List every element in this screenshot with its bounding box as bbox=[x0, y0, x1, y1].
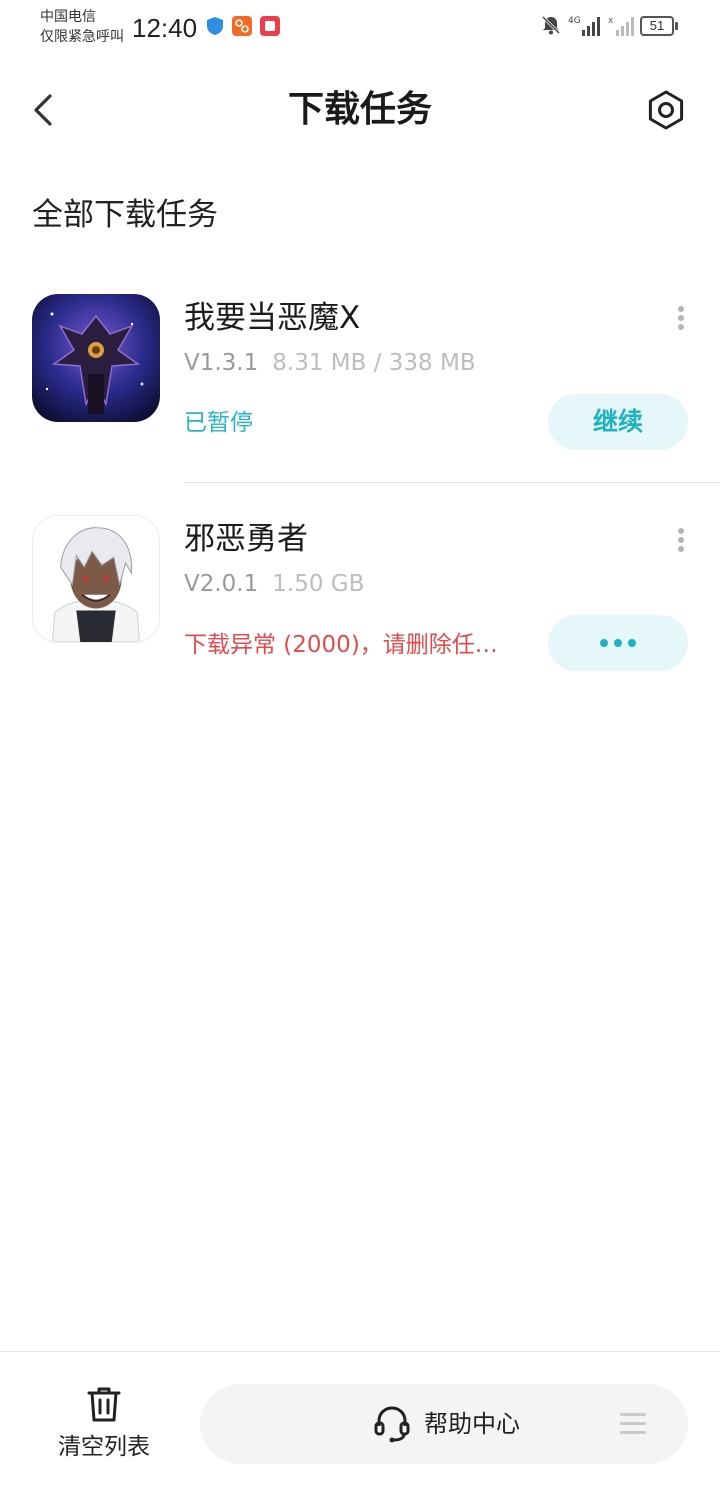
battery-nub bbox=[675, 22, 678, 30]
app-meta: V2.0.1 1.50 GB bbox=[184, 567, 364, 601]
carrier-name: 中国电信 bbox=[40, 9, 96, 25]
ellipsis-icon bbox=[548, 615, 688, 671]
bottom-divider bbox=[0, 1351, 720, 1352]
svg-text:x: x bbox=[608, 16, 614, 26]
clear-list-button[interactable]: 清空列表 bbox=[44, 1384, 164, 1468]
signal-4g-icon: 4G bbox=[568, 16, 600, 36]
notification-app-icon bbox=[232, 16, 252, 36]
status-time: 12:40 bbox=[132, 13, 198, 43]
menu-icon[interactable] bbox=[620, 1413, 646, 1435]
help-center-button[interactable]: 帮助中心 bbox=[200, 1384, 688, 1464]
status-bar: 中国电信 仅限紧急呼叫 12:40 4G x 51 bbox=[0, 0, 720, 58]
app-version: V1.3.1 bbox=[184, 350, 259, 376]
resume-button[interactable]: 继续 bbox=[548, 394, 688, 450]
svg-text:4G: 4G bbox=[568, 16, 581, 26]
battery-indicator: 51 bbox=[640, 16, 674, 36]
carrier-status: 仅限紧急呼叫 bbox=[40, 29, 124, 45]
notification-book-icon bbox=[260, 16, 280, 36]
section-title: 全部下载任务 bbox=[32, 197, 218, 233]
download-size: 1.50 GB bbox=[272, 571, 365, 597]
signal-sim2-icon: x bbox=[608, 16, 634, 36]
clear-list-label: 清空列表 bbox=[58, 1434, 150, 1460]
download-error-status: 下载异常 (2000)，请删除任… bbox=[184, 632, 498, 658]
carrier-info: 中国电信 仅限紧急呼叫 bbox=[40, 7, 124, 47]
trash-icon bbox=[87, 1387, 121, 1422]
headset-icon bbox=[374, 1406, 410, 1443]
app-meta: V1.3.1 8.31 MB / 338 MB bbox=[184, 346, 476, 380]
options-button[interactable] bbox=[548, 615, 688, 671]
app-icon-hero bbox=[32, 515, 160, 643]
mute-bell-icon bbox=[541, 15, 561, 35]
list-divider bbox=[184, 482, 720, 483]
shield-icon bbox=[207, 17, 223, 35]
app-icon-demon bbox=[32, 294, 160, 422]
app-name: 我要当恶魔X bbox=[184, 300, 361, 336]
more-options-icon[interactable] bbox=[674, 306, 688, 334]
page-title: 下载任务 bbox=[287, 89, 432, 130]
help-center-label: 帮助中心 bbox=[424, 1410, 520, 1438]
settings-icon[interactable] bbox=[644, 88, 688, 132]
app-version: V2.0.1 bbox=[184, 571, 259, 597]
download-size: 8.31 MB / 338 MB bbox=[272, 350, 476, 376]
app-name: 邪恶勇者 bbox=[184, 521, 308, 557]
more-options-icon[interactable] bbox=[674, 528, 688, 556]
download-status: 已暂停 bbox=[184, 410, 253, 436]
